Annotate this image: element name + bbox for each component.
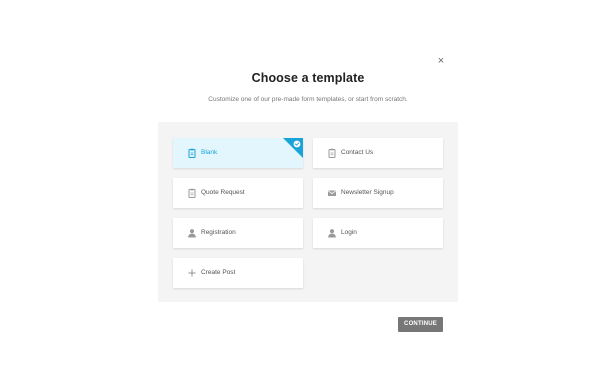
template-modal: × Choose a template Customize one of our… xyxy=(158,44,458,348)
template-label: Contact Us xyxy=(341,149,374,156)
user-icon xyxy=(328,229,336,238)
template-card-contact-us[interactable]: Contact Us xyxy=(313,138,443,168)
template-grid: Blank Contact Us Quote Request Newslette… xyxy=(158,122,458,302)
continue-button[interactable]: CONTINUE xyxy=(398,317,443,332)
envelope-icon xyxy=(328,190,336,196)
template-label: Create Post xyxy=(201,269,236,276)
page: × Choose a template Customize one of our… xyxy=(0,0,610,379)
template-label: Registration xyxy=(201,229,236,236)
template-card-newsletter-signup[interactable]: Newsletter Signup xyxy=(313,178,443,208)
template-card-blank[interactable]: Blank xyxy=(173,138,303,168)
template-card-quote-request[interactable]: Quote Request xyxy=(173,178,303,208)
template-card-create-post[interactable]: Create Post xyxy=(173,258,303,288)
selected-check-badge xyxy=(283,138,303,158)
template-label: Blank xyxy=(201,149,218,156)
user-icon xyxy=(188,229,196,238)
close-button[interactable]: × xyxy=(435,55,447,67)
clipboard-icon xyxy=(188,188,196,198)
modal-subtitle: Customize one of our pre-made form templ… xyxy=(208,96,408,103)
clipboard-icon xyxy=(328,148,336,158)
clipboard-icon xyxy=(188,148,196,158)
plus-icon xyxy=(188,269,196,277)
template-card-registration[interactable]: Registration xyxy=(173,218,303,248)
template-label: Newsletter Signup xyxy=(341,189,394,196)
modal-title: Choose a template xyxy=(251,71,365,85)
template-card-login[interactable]: Login xyxy=(313,218,443,248)
template-label: Login xyxy=(341,229,357,236)
template-label: Quote Request xyxy=(201,189,245,196)
